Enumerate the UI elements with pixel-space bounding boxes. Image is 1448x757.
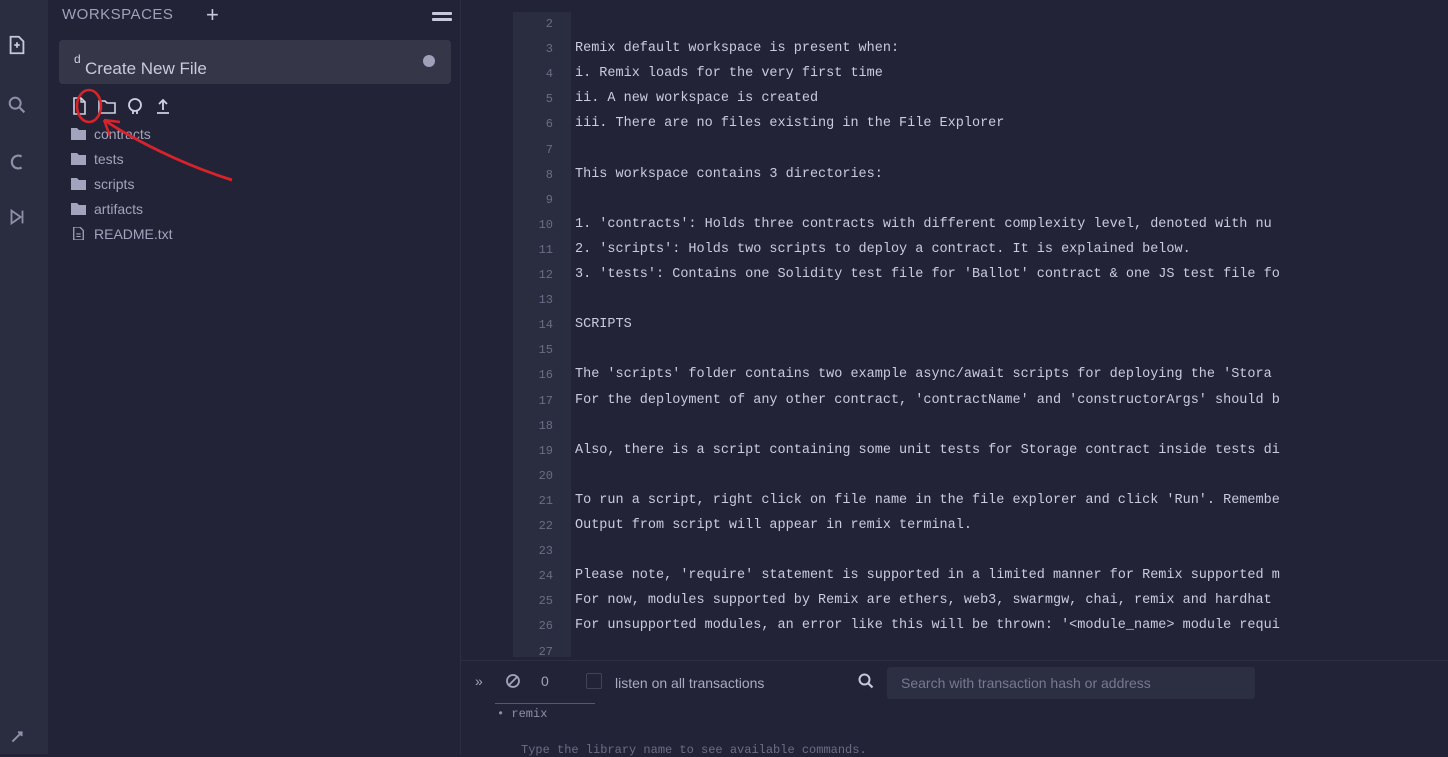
file-toolbar xyxy=(70,94,172,118)
code-line: Please note, 'require' statement is supp… xyxy=(575,568,1280,584)
folder-icon xyxy=(70,152,86,165)
line-number: 22 xyxy=(538,519,553,533)
line-number: 17 xyxy=(538,393,553,408)
line-number: 27 xyxy=(538,644,553,659)
terminal-hint-line: Type the library name to see available c… xyxy=(521,743,867,757)
code-line: 3. 'tests': Contains one Solidity test f… xyxy=(575,267,1280,282)
line-number: 25 xyxy=(538,594,553,609)
icon-rail xyxy=(0,0,48,754)
line-number: 23 xyxy=(538,544,553,559)
terminal-divider xyxy=(495,703,595,704)
line-number: 12 xyxy=(538,268,553,282)
search-icon xyxy=(858,673,874,689)
code-line: Also, there is a script containing some … xyxy=(575,442,1280,458)
add-workspace-button[interactable]: + xyxy=(206,2,219,28)
line-number: 4 xyxy=(545,67,553,82)
pending-tx-count: 0 xyxy=(541,673,549,689)
folder-tests[interactable]: tests xyxy=(70,146,173,171)
file-explorer-icon[interactable] xyxy=(0,28,34,62)
line-number: 18 xyxy=(538,418,553,433)
workspace-menu-icon[interactable] xyxy=(432,12,452,24)
code-line: 2. 'scripts': Holds two scripts to deplo… xyxy=(575,241,1191,257)
line-number: 14 xyxy=(538,318,553,333)
plugin-manager-icon[interactable] xyxy=(0,720,34,754)
code-line: To run a script, right click on file nam… xyxy=(575,492,1280,508)
line-number: 26 xyxy=(538,619,553,634)
listen-checkbox[interactable] xyxy=(586,673,602,689)
folder-icon xyxy=(70,202,86,215)
folder-contracts[interactable]: contracts xyxy=(70,121,173,146)
line-number: 5 xyxy=(545,92,553,107)
code-editor[interactable]: 2 3 Remix default workspace is present whe… xyxy=(461,12,1448,659)
code-line: For unsupported modules, an error like t… xyxy=(575,618,1280,634)
line-number: 19 xyxy=(538,443,553,458)
line-gutter xyxy=(513,12,571,657)
code-line: Output from script will appear in remix … xyxy=(575,518,972,533)
folder-scripts[interactable]: scripts xyxy=(70,171,173,196)
file-tree: contracts tests scripts artifacts README… xyxy=(70,121,173,246)
search-icon[interactable] xyxy=(0,88,34,122)
terminal-output: • remix Type the library name to see ava… xyxy=(461,703,1448,757)
line-number: 16 xyxy=(538,368,553,383)
tree-item-label: scripts xyxy=(94,175,135,192)
code-line: For now, modules supported by Remix are … xyxy=(575,593,1272,609)
terminal-output-line: • remix xyxy=(497,707,548,721)
code-line: The 'scripts' folder contains two exampl… xyxy=(575,367,1272,383)
line-number: 24 xyxy=(538,569,553,584)
listen-label: listen on all transactions xyxy=(615,675,765,691)
line-number: 8 xyxy=(545,167,553,182)
workspace-prefix: d xyxy=(74,52,81,66)
code-line: i. Remix loads for the very first time xyxy=(575,66,883,82)
line-number: 9 xyxy=(545,192,553,207)
transaction-search-input[interactable] xyxy=(887,667,1255,699)
line-number: 3 xyxy=(545,42,553,57)
dropdown-caret-icon xyxy=(423,55,435,67)
line-number: 11 xyxy=(538,242,553,257)
line-number: 10 xyxy=(538,217,553,232)
tree-item-label: tests xyxy=(94,150,124,167)
line-number: 15 xyxy=(538,343,553,358)
code-line: For the deployment of any other contract… xyxy=(575,392,1280,408)
code-line: Remix default workspace is present when: xyxy=(575,41,900,57)
clear-terminal-icon[interactable] xyxy=(505,673,521,689)
deploy-run-icon[interactable] xyxy=(0,200,34,234)
new-file-icon[interactable] xyxy=(70,97,88,115)
line-number: 13 xyxy=(538,293,553,308)
line-number: 2 xyxy=(545,17,553,31)
code-line: SCRIPTS xyxy=(575,317,632,333)
terminal-collapse-button[interactable]: » xyxy=(475,673,483,689)
folder-icon xyxy=(70,127,86,140)
file-readme[interactable]: README.txt xyxy=(70,221,173,246)
code-line: iii. There are no files existing in the … xyxy=(575,116,1005,132)
line-number: 6 xyxy=(545,117,553,132)
workspace-select-label: Create New File xyxy=(85,59,207,78)
solidity-compiler-icon[interactable] xyxy=(0,145,34,179)
upload-icon[interactable] xyxy=(154,97,172,115)
new-folder-icon[interactable] xyxy=(98,97,116,115)
tree-item-label: README.txt xyxy=(94,225,173,242)
workspaces-header: WORKSPACES xyxy=(62,6,174,23)
tree-item-label: artifacts xyxy=(94,200,144,217)
line-number: 21 xyxy=(538,493,553,508)
terminal-toolbar: » 0 listen on all transactions xyxy=(461,660,1448,705)
file-explorer-panel: WORKSPACES + d Create New File contracts… xyxy=(48,0,461,754)
line-number: 20 xyxy=(538,468,553,483)
line-number: 7 xyxy=(545,142,553,157)
workspace-select[interactable]: d Create New File xyxy=(59,40,451,84)
code-line: 1. 'contracts': Holds three contracts wi… xyxy=(575,216,1272,232)
file-icon xyxy=(70,227,86,240)
code-line: ii. A new workspace is created xyxy=(575,91,819,107)
folder-artifacts[interactable]: artifacts xyxy=(70,196,173,221)
folder-icon xyxy=(70,177,86,190)
tree-item-label: contracts xyxy=(94,125,151,142)
github-icon[interactable] xyxy=(126,97,144,115)
code-line: This workspace contains 3 directories: xyxy=(575,166,883,182)
